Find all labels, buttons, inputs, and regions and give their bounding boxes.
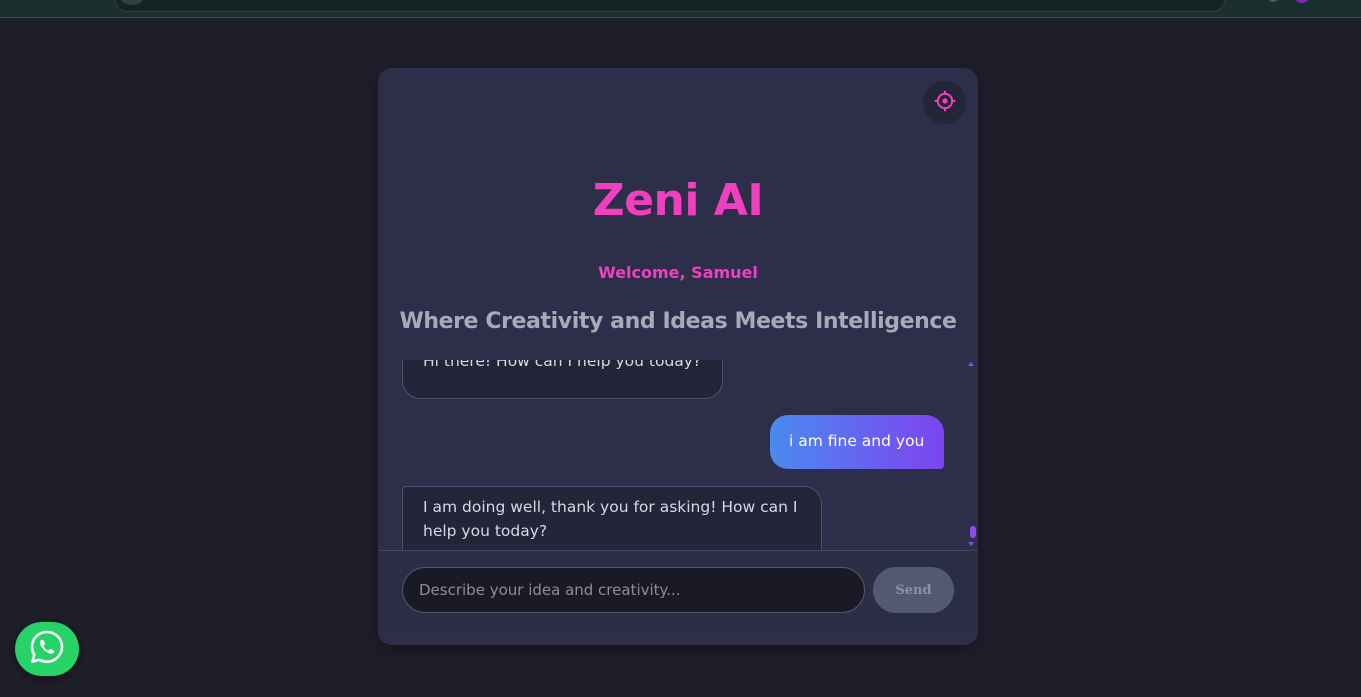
profile-avatar[interactable] — [1294, 0, 1310, 3]
address-bar[interactable] — [115, 0, 1225, 12]
card-footer — [378, 628, 978, 645]
scroll-down-arrow[interactable] — [968, 542, 974, 546]
whatsapp-button[interactable] — [15, 622, 79, 676]
message-input[interactable] — [402, 567, 865, 613]
app-title: Zeni AI — [592, 175, 764, 226]
welcome-text: Welcome, Samuel — [598, 263, 758, 282]
extension-icon[interactable] — [1268, 0, 1278, 2]
browser-toolbar — [0, 0, 1361, 18]
chat-messages[interactable]: Hi there! How can I help you today? i am… — [378, 360, 978, 550]
gear-icon — [934, 90, 956, 116]
tagline: Where Creativity and Ideas Meets Intelli… — [399, 309, 957, 334]
scroll-up-arrow[interactable] — [968, 362, 974, 366]
settings-button[interactable] — [923, 81, 966, 124]
whatsapp-icon — [27, 627, 67, 671]
scrollbar-thumb[interactable] — [970, 526, 976, 538]
bot-message: Hi there! How can I help you today? — [402, 360, 723, 399]
composer: Send — [378, 551, 978, 628]
user-message: i am fine and you — [770, 415, 944, 469]
chat-card: Zeni AI Welcome, Samuel Where Creativity… — [378, 68, 978, 645]
send-button[interactable]: Send — [873, 567, 954, 613]
bot-message: I am doing well, thank you for asking! H… — [402, 486, 822, 550]
